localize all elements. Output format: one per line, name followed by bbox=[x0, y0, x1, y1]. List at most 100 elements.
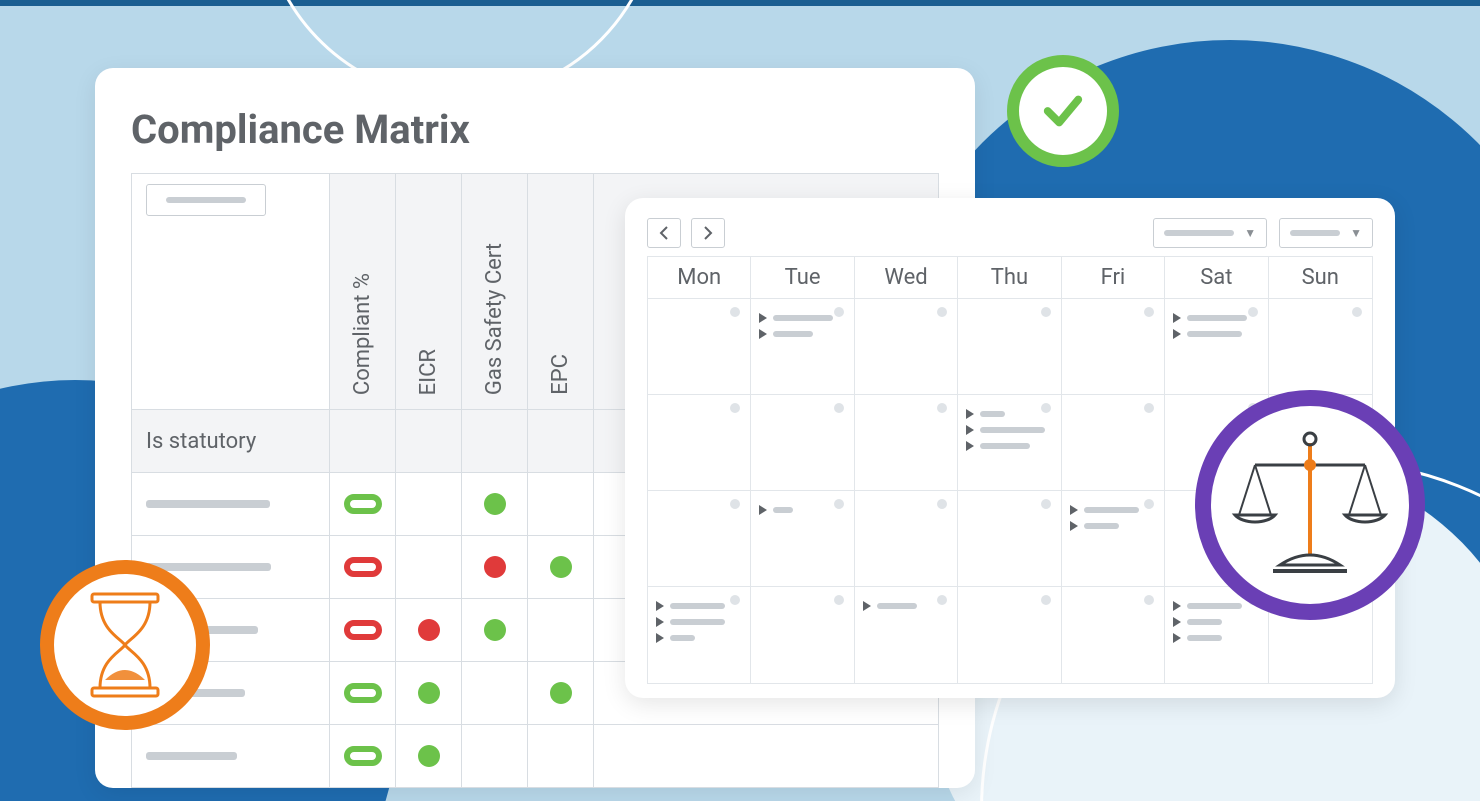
day-number-dot bbox=[1041, 595, 1051, 605]
day-number-dot bbox=[730, 403, 740, 413]
day-number-dot bbox=[834, 595, 844, 605]
status-dot bbox=[484, 493, 506, 515]
calendar-event[interactable] bbox=[1173, 617, 1259, 627]
calendar-event[interactable] bbox=[1070, 505, 1156, 515]
col-header: Compliant % bbox=[350, 273, 375, 395]
compliance-row bbox=[132, 724, 938, 787]
hourglass-badge bbox=[40, 560, 210, 730]
day-number-dot bbox=[1041, 499, 1051, 509]
calendar-event[interactable] bbox=[966, 425, 1052, 435]
day-number-dot bbox=[1352, 307, 1362, 317]
status-dot bbox=[484, 556, 506, 578]
calendar-day[interactable] bbox=[855, 587, 958, 683]
compliance-pill bbox=[344, 683, 382, 703]
calendar-select-2[interactable]: ▼ bbox=[1279, 218, 1373, 248]
calendar-event[interactable] bbox=[759, 505, 845, 515]
col-header: Gas Safety Cert bbox=[482, 243, 507, 395]
calendar-day[interactable] bbox=[1062, 299, 1165, 395]
status-dot bbox=[484, 619, 506, 641]
hourglass-icon bbox=[80, 590, 170, 700]
compliance-pill bbox=[344, 494, 382, 514]
compliance-pill bbox=[344, 557, 382, 577]
row-label-placeholder bbox=[146, 500, 270, 508]
statutory-label: Is statutory bbox=[132, 409, 330, 472]
calendar-event[interactable] bbox=[656, 633, 742, 643]
day-number-dot bbox=[1144, 307, 1154, 317]
calendar-day[interactable] bbox=[751, 587, 854, 683]
calendar-event[interactable] bbox=[759, 313, 845, 323]
day-number-dot bbox=[937, 403, 947, 413]
calendar-day-header: Fri bbox=[1062, 257, 1165, 299]
calendar-day[interactable] bbox=[648, 299, 751, 395]
calendar-event[interactable] bbox=[863, 601, 949, 611]
calendar-day-header: Wed bbox=[855, 257, 958, 299]
calendar-day[interactable] bbox=[1269, 299, 1372, 395]
day-number-dot bbox=[1041, 403, 1051, 413]
calendar-day[interactable] bbox=[1062, 491, 1165, 587]
calendar-day[interactable] bbox=[958, 299, 1061, 395]
calendar-toolbar: ▼ ▼ bbox=[647, 218, 1373, 248]
calendar-event[interactable] bbox=[1070, 521, 1156, 531]
col-header: EICR bbox=[416, 349, 441, 395]
calendar-event[interactable] bbox=[1173, 329, 1259, 339]
check-icon bbox=[1040, 88, 1086, 134]
calendar-day[interactable] bbox=[958, 491, 1061, 587]
status-dot bbox=[418, 682, 440, 704]
filter-input[interactable] bbox=[146, 184, 266, 216]
calendar-event[interactable] bbox=[759, 329, 845, 339]
calendar-event[interactable] bbox=[1173, 601, 1259, 611]
next-button[interactable] bbox=[691, 218, 725, 248]
calendar-day[interactable] bbox=[1165, 299, 1268, 395]
calendar-day-header: Mon bbox=[648, 257, 751, 299]
compliance-title: Compliance Matrix bbox=[131, 106, 939, 153]
calendar-day[interactable] bbox=[855, 491, 958, 587]
day-number-dot bbox=[834, 499, 844, 509]
top-edge bbox=[0, 0, 1480, 6]
calendar-event[interactable] bbox=[656, 601, 742, 611]
calendar-event[interactable] bbox=[966, 409, 1052, 419]
calendar-event[interactable] bbox=[1173, 313, 1259, 323]
row-label-placeholder bbox=[146, 752, 237, 760]
calendar-day[interactable] bbox=[648, 395, 751, 491]
scales-icon bbox=[1225, 425, 1395, 585]
calendar-day[interactable] bbox=[855, 395, 958, 491]
day-number-dot bbox=[1041, 307, 1051, 317]
prev-button[interactable] bbox=[647, 218, 681, 248]
calendar-event[interactable] bbox=[656, 617, 742, 627]
compliance-pill bbox=[344, 620, 382, 640]
day-number-dot bbox=[730, 499, 740, 509]
calendar-day[interactable] bbox=[1062, 587, 1165, 683]
calendar-day[interactable] bbox=[648, 587, 751, 683]
calendar-day-header: Tue bbox=[751, 257, 854, 299]
day-number-dot bbox=[834, 403, 844, 413]
calendar-day[interactable] bbox=[648, 491, 751, 587]
day-number-dot bbox=[937, 307, 947, 317]
compliance-pill bbox=[344, 746, 382, 766]
day-number-dot bbox=[1144, 403, 1154, 413]
day-number-dot bbox=[1144, 595, 1154, 605]
calendar-day[interactable] bbox=[751, 299, 854, 395]
calendar-day[interactable] bbox=[855, 299, 958, 395]
calendar-day[interactable] bbox=[958, 395, 1061, 491]
check-badge bbox=[1007, 55, 1119, 167]
calendar-day-header: Thu bbox=[958, 257, 1061, 299]
status-dot bbox=[418, 745, 440, 767]
status-dot bbox=[550, 556, 572, 578]
calendar-day[interactable] bbox=[751, 395, 854, 491]
status-dot bbox=[550, 682, 572, 704]
day-number-dot bbox=[834, 307, 844, 317]
calendar-day[interactable] bbox=[751, 491, 854, 587]
calendar-event[interactable] bbox=[1173, 633, 1259, 643]
calendar-day[interactable] bbox=[1062, 395, 1165, 491]
status-dot bbox=[418, 619, 440, 641]
day-number-dot bbox=[730, 307, 740, 317]
calendar-event[interactable] bbox=[966, 441, 1052, 451]
scales-badge bbox=[1195, 390, 1425, 620]
day-number-dot bbox=[937, 499, 947, 509]
day-number-dot bbox=[1248, 307, 1258, 317]
calendar-select-1[interactable]: ▼ bbox=[1153, 218, 1267, 248]
calendar-day[interactable] bbox=[958, 587, 1061, 683]
col-header: EPC bbox=[548, 354, 573, 395]
calendar-day-header: Sun bbox=[1269, 257, 1372, 299]
calendar-day-header: Sat bbox=[1165, 257, 1268, 299]
